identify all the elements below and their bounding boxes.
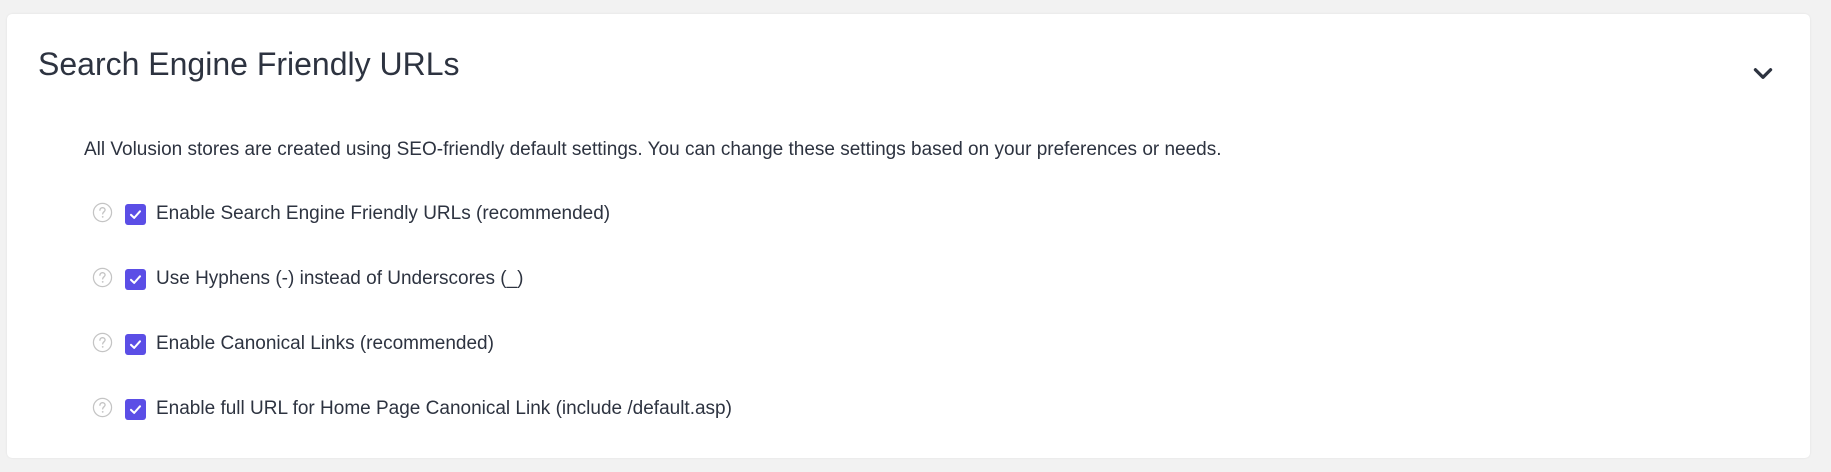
- canonical-links-label[interactable]: Enable Canonical Links (recommended): [156, 327, 494, 361]
- option-row-hyphens: Use Hyphens (-) instead of Underscores (…: [84, 262, 732, 327]
- hyphens-checkbox[interactable]: [125, 269, 146, 290]
- full-url-canonical-label[interactable]: Enable full URL for Home Page Canonical …: [156, 392, 732, 426]
- question-circle-icon[interactable]: [92, 397, 113, 418]
- sef-urls-label[interactable]: Enable Search Engine Friendly URLs (reco…: [156, 197, 610, 231]
- hyphens-label[interactable]: Use Hyphens (-) instead of Underscores (…: [156, 262, 523, 296]
- collapse-toggle-button[interactable]: [1740, 50, 1786, 96]
- checkmark-icon: [129, 210, 142, 219]
- checkmark-icon: [129, 405, 142, 414]
- full-url-canonical-checkbox[interactable]: [125, 399, 146, 420]
- option-row-canonical-links: Enable Canonical Links (recommended): [84, 327, 732, 392]
- checkmark-icon: [129, 275, 142, 284]
- option-row-full-url-canonical: Enable full URL for Home Page Canonical …: [84, 392, 732, 457]
- seo-urls-panel: Search Engine Friendly URLs All Volusion…: [7, 14, 1810, 458]
- sef-urls-checkbox[interactable]: [125, 204, 146, 225]
- option-row-sef-urls: Enable Search Engine Friendly URLs (reco…: [84, 197, 732, 262]
- question-circle-icon[interactable]: [92, 332, 113, 353]
- section-description: All Volusion stores are created using SE…: [84, 139, 1222, 160]
- chevron-down-icon: [1753, 68, 1773, 79]
- checkmark-icon: [129, 340, 142, 349]
- question-circle-icon[interactable]: [92, 267, 113, 288]
- question-circle-icon[interactable]: [92, 202, 113, 223]
- seo-options-list: Enable Search Engine Friendly URLs (reco…: [84, 197, 732, 457]
- canonical-links-checkbox[interactable]: [125, 334, 146, 355]
- section-title: Search Engine Friendly URLs: [38, 46, 460, 82]
